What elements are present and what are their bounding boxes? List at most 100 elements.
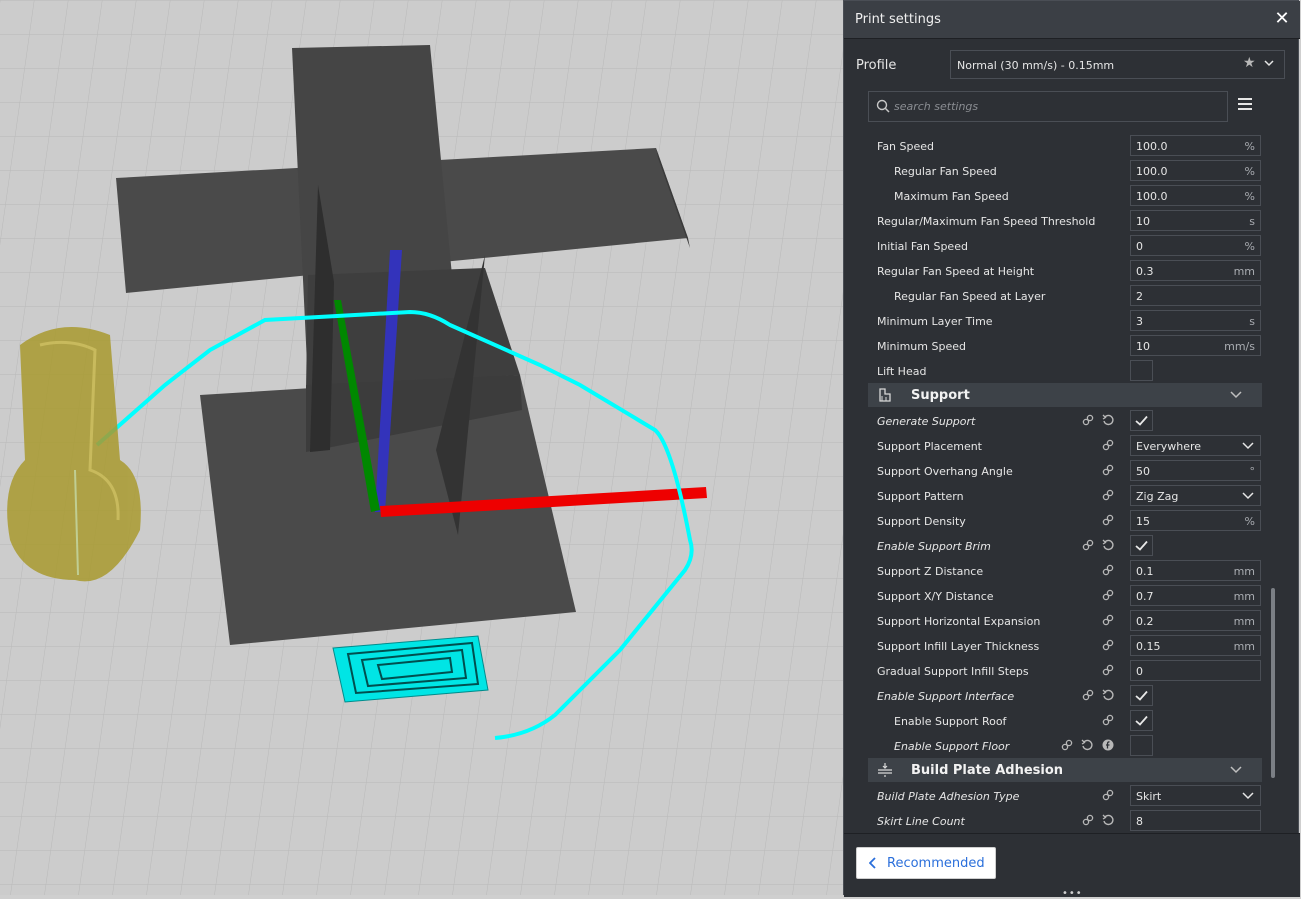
setting-enable-support-brim: Enable Support Brim bbox=[868, 533, 1262, 558]
skirt-line-count-field[interactable]: 8 bbox=[1130, 810, 1261, 831]
settings-list[interactable]: Fan Speed 100.0% Regular Fan Speed 100.0… bbox=[844, 133, 1300, 833]
setting-fan-speed-layer: Regular Fan Speed at Layer 2 bbox=[868, 283, 1262, 308]
min-speed-field[interactable]: 10 mm/s bbox=[1130, 335, 1261, 356]
enable-support-brim-checkbox[interactable] bbox=[1130, 535, 1153, 556]
chevron-down-icon bbox=[1242, 492, 1254, 500]
regular-fan-speed-field[interactable]: 100.0% bbox=[1130, 160, 1261, 181]
3d-viewport[interactable] bbox=[0, 0, 845, 895]
settings-menu-icon[interactable] bbox=[1238, 98, 1252, 112]
support-density-field[interactable]: 15% bbox=[1130, 510, 1261, 531]
profile-select[interactable]: Normal (30 mm/s) - 0.15mm ★ bbox=[950, 50, 1285, 79]
setting-skirt-line-count: Skirt Line Count 8 bbox=[868, 808, 1262, 833]
star-icon[interactable]: ★ bbox=[1243, 55, 1256, 71]
setting-lift-head: Lift Head bbox=[868, 358, 1262, 383]
fan-speed-field[interactable]: 100.0% bbox=[1130, 135, 1261, 156]
setting-fan-speed-height: Regular Fan Speed at Height 0.3 mm bbox=[868, 258, 1262, 283]
recommended-button[interactable]: Recommended bbox=[856, 847, 996, 879]
setting-gradual-infill-steps: Gradual Support Infill Steps 0 bbox=[868, 658, 1262, 683]
check-icon bbox=[1135, 690, 1148, 701]
overhang-angle-field[interactable]: 50 ° bbox=[1130, 460, 1261, 481]
reset-icon[interactable] bbox=[1081, 739, 1093, 751]
chevron-down-icon bbox=[1242, 442, 1254, 450]
link-icon[interactable] bbox=[1082, 689, 1094, 701]
search-input[interactable]: search settings bbox=[868, 91, 1228, 122]
setting-xy-distance: Support X/Y Distance 0.7 mm bbox=[868, 583, 1262, 608]
link-icon[interactable] bbox=[1102, 614, 1114, 626]
reset-icon[interactable] bbox=[1102, 689, 1114, 701]
close-button[interactable]: ✕ bbox=[1272, 9, 1292, 29]
initial-fan-speed-field[interactable]: 0% bbox=[1130, 235, 1261, 256]
enable-support-roof-checkbox[interactable] bbox=[1130, 710, 1153, 731]
link-icon[interactable] bbox=[1082, 814, 1094, 826]
setting-enable-support-interface: Enable Support Interface bbox=[868, 683, 1262, 708]
panel-title: Print settings bbox=[855, 12, 941, 27]
link-icon[interactable] bbox=[1102, 514, 1114, 526]
chevron-down-icon bbox=[1230, 766, 1242, 774]
category-build-plate-adhesion[interactable]: Build Plate Adhesion bbox=[868, 758, 1262, 782]
xy-distance-field[interactable]: 0.7 mm bbox=[1130, 585, 1261, 606]
gradual-infill-steps-field[interactable]: 0 bbox=[1130, 660, 1261, 681]
setting-z-distance: Support Z Distance 0.1 mm bbox=[868, 558, 1262, 583]
chevron-down-icon bbox=[1264, 60, 1274, 67]
reset-icon[interactable] bbox=[1102, 814, 1114, 826]
link-icon[interactable] bbox=[1061, 739, 1073, 751]
support-placement-select[interactable]: Everywhere bbox=[1130, 435, 1261, 456]
generate-support-checkbox[interactable] bbox=[1130, 410, 1153, 431]
category-support-title: Support bbox=[911, 388, 970, 403]
fan-speed-height-field[interactable]: 0.3 mm bbox=[1130, 260, 1261, 281]
enable-support-interface-checkbox[interactable] bbox=[1130, 685, 1153, 706]
link-icon[interactable] bbox=[1102, 564, 1114, 576]
category-support[interactable]: Support bbox=[868, 383, 1262, 407]
link-icon[interactable] bbox=[1102, 714, 1114, 726]
setting-support-density: Support Density 15% bbox=[868, 508, 1262, 533]
setting-infill-layer-thickness: Support Infill Layer Thickness 0.15 mm bbox=[868, 633, 1262, 658]
lift-head-checkbox[interactable] bbox=[1130, 360, 1153, 381]
support-pattern-select[interactable]: Zig Zag bbox=[1130, 485, 1261, 506]
setting-horizontal-expansion: Support Horizontal Expansion 0.2 mm bbox=[868, 608, 1262, 633]
link-icon[interactable] bbox=[1102, 489, 1114, 501]
check-icon bbox=[1135, 715, 1148, 726]
z-distance-field[interactable]: 0.1 mm bbox=[1130, 560, 1261, 581]
setting-min-speed: Minimum Speed 10 mm/s bbox=[868, 333, 1262, 358]
link-icon[interactable] bbox=[1102, 439, 1114, 451]
chevron-down-icon bbox=[1242, 792, 1254, 800]
horizontal-expansion-field[interactable]: 0.2 mm bbox=[1130, 610, 1261, 631]
setting-enable-support-floor: Enable Support Floor bbox=[868, 733, 1262, 758]
function-icon[interactable] bbox=[1102, 739, 1114, 751]
maximum-fan-speed-field[interactable]: 100.0% bbox=[1130, 185, 1261, 206]
resize-grip[interactable]: ••• bbox=[1062, 888, 1083, 899]
link-icon[interactable] bbox=[1102, 639, 1114, 651]
setting-overhang-angle: Support Overhang Angle 50 ° bbox=[868, 458, 1262, 483]
link-icon[interactable] bbox=[1102, 589, 1114, 601]
reset-icon[interactable] bbox=[1102, 414, 1114, 426]
fan-speed-layer-field[interactable]: 2 bbox=[1130, 285, 1261, 306]
settings-scrollbar[interactable] bbox=[1271, 588, 1275, 778]
check-icon bbox=[1135, 415, 1148, 426]
setting-adhesion-type: Build Plate Adhesion Type Skirt bbox=[868, 783, 1262, 808]
setting-fan-speed-threshold: Regular/Maximum Fan Speed Threshold 10 s bbox=[868, 208, 1262, 233]
link-icon[interactable] bbox=[1082, 539, 1094, 551]
infill-layer-thickness-field[interactable]: 0.15 mm bbox=[1130, 635, 1261, 656]
setting-support-pattern: Support Pattern Zig Zag bbox=[868, 483, 1262, 508]
panel-header: Print settings ✕ bbox=[844, 1, 1300, 39]
search-icon bbox=[876, 99, 890, 113]
reset-icon[interactable] bbox=[1102, 539, 1114, 551]
support-icon bbox=[879, 388, 891, 402]
enable-support-floor-checkbox[interactable] bbox=[1130, 735, 1153, 756]
setting-maximum-fan-speed: Maximum Fan Speed 100.0% bbox=[868, 183, 1262, 208]
recommended-label: Recommended bbox=[887, 856, 985, 871]
fan-speed-threshold-field[interactable]: 10 s bbox=[1130, 210, 1261, 231]
setting-regular-fan-speed: Regular Fan Speed 100.0% bbox=[868, 158, 1262, 183]
adhesion-type-select[interactable]: Skirt bbox=[1130, 785, 1261, 806]
chevron-down-icon bbox=[1230, 391, 1242, 399]
link-icon[interactable] bbox=[1102, 789, 1114, 801]
min-layer-time-field[interactable]: 3s bbox=[1130, 310, 1261, 331]
profile-value: Normal (30 mm/s) - 0.15mm bbox=[957, 59, 1115, 72]
link-icon[interactable] bbox=[1102, 664, 1114, 676]
profile-label: Profile bbox=[856, 58, 897, 73]
setting-initial-fan-speed: Initial Fan Speed 0% bbox=[868, 233, 1262, 258]
search-placeholder: search settings bbox=[894, 100, 979, 113]
link-icon[interactable] bbox=[1102, 464, 1114, 476]
setting-generate-support: Generate Support bbox=[868, 408, 1262, 433]
link-icon[interactable] bbox=[1082, 414, 1094, 426]
